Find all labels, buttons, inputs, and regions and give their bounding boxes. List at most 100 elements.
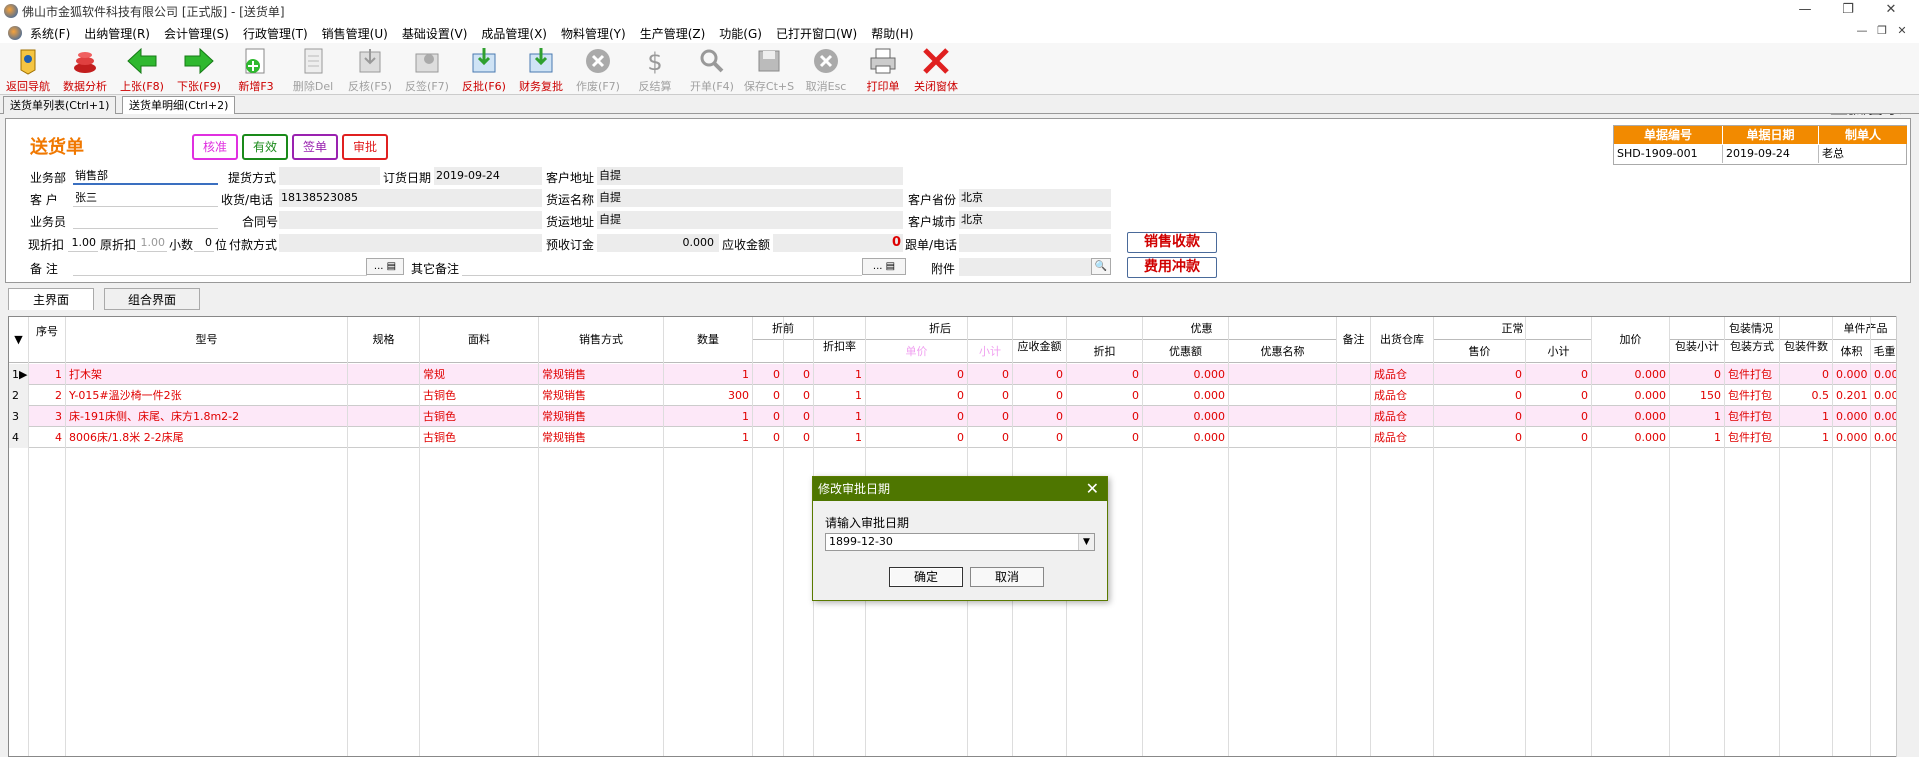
cell-amt[interactable]: 0.000 [1143, 406, 1229, 427]
cell-fabric[interactable]: 古铜色 [420, 406, 539, 427]
row-indicator[interactable]: 2 [9, 385, 29, 406]
save-button[interactable]: 保存Ct+S [741, 45, 797, 95]
cell-vol[interactable]: 0.000 [1833, 406, 1871, 427]
cell-psub[interactable]: 0 [1670, 364, 1725, 385]
cell-dname[interactable] [1229, 406, 1337, 427]
open-order-button[interactable]: 开单(F4) [684, 45, 740, 95]
tab-delivery-detail[interactable]: 送货单明细(Ctrl+2) [122, 96, 236, 114]
cell-price[interactable]: 0 [866, 406, 968, 427]
cell-ssub[interactable]: 0 [1526, 406, 1592, 427]
cell-no[interactable]: 4 [29, 427, 66, 448]
remarks-field[interactable] [73, 258, 367, 276]
dialog-cancel-button[interactable]: 取消 [970, 567, 1044, 587]
cell-amt[interactable]: 0.000 [1143, 385, 1229, 406]
col-sell-price-header[interactable]: 售价 [1434, 340, 1526, 363]
cell-b[interactable]: 0 [784, 427, 814, 448]
orig-discount-field[interactable]: 1.00 [137, 234, 167, 252]
col-sale-method-header[interactable]: 销售方式 [539, 317, 664, 363]
cell-spec[interactable] [348, 364, 420, 385]
cell-recv[interactable]: 0 [1013, 406, 1067, 427]
cell-remark[interactable] [1337, 364, 1371, 385]
cell-a[interactable]: 0 [753, 364, 784, 385]
cell-spec[interactable] [348, 427, 420, 448]
col-markup-header[interactable]: 加价 [1592, 317, 1670, 363]
cell-add[interactable]: 0.000 [1592, 406, 1670, 427]
cell-dname[interactable] [1229, 427, 1337, 448]
cell-vol[interactable]: 0.201 [1833, 385, 1871, 406]
new-button[interactable]: 新增F3 [228, 45, 284, 95]
cell-recv[interactable]: 0 [1013, 385, 1067, 406]
other-remarks-field[interactable] [462, 258, 862, 276]
cell-pcnt[interactable]: 0 [1780, 364, 1833, 385]
cell-price[interactable]: 0 [866, 385, 968, 406]
col-weight-header[interactable]: 毛重 [1871, 340, 1897, 363]
col-normal-subtotal-header[interactable]: 小计 [1526, 340, 1592, 363]
menu-basic-settings[interactable]: 基础设置(V) [402, 25, 468, 42]
mdi-restore-button[interactable]: ❐ [1872, 24, 1892, 40]
col-before-b-header[interactable] [784, 340, 814, 363]
expense-offset-button[interactable]: 费用冲款 [1127, 257, 1217, 278]
col-warehouse-header[interactable]: 出货仓库 [1371, 317, 1434, 363]
cell-model[interactable]: 打木架 [66, 364, 348, 385]
dialog-ok-button[interactable]: 确定 [889, 567, 963, 587]
row-indicator[interactable]: 4 [9, 427, 29, 448]
menu-products[interactable]: 成品管理(X) [481, 25, 547, 42]
menu-materials[interactable]: 物料管理(Y) [561, 25, 626, 42]
cell-wt[interactable]: 0.00 [1871, 385, 1897, 406]
cell-sub[interactable]: 0 [968, 364, 1013, 385]
cell-price[interactable]: 0 [866, 427, 968, 448]
cell-qty[interactable]: 1 [664, 427, 753, 448]
col-pack-subtotal-header[interactable]: 包装小计 [1670, 340, 1725, 363]
cell-psub[interactable]: 1 [1670, 406, 1725, 427]
col-subtotal-header[interactable]: 小计 [968, 340, 1013, 363]
vertical-scrollbar[interactable] [1896, 316, 1913, 757]
restore-button[interactable]: ❐ [1833, 0, 1863, 22]
menu-help[interactable]: 帮助(H) [871, 25, 913, 42]
cell-sub[interactable]: 0 [968, 406, 1013, 427]
menu-functions[interactable]: 功能(G) [719, 25, 762, 42]
cell-add[interactable]: 0.000 [1592, 385, 1670, 406]
mdi-minimize-button[interactable]: — [1852, 24, 1872, 40]
cell-wh[interactable]: 成品仓 [1371, 385, 1434, 406]
cancel-button[interactable]: 取消Esc [798, 45, 854, 95]
cell-add[interactable]: 0.000 [1592, 427, 1670, 448]
other-remarks-browse-button[interactable]: ... ▤ [862, 258, 906, 275]
cell-qty[interactable]: 300 [664, 385, 753, 406]
attachment-search-icon[interactable]: 🔍 [1091, 258, 1111, 275]
cell-disc[interactable]: 0 [1067, 385, 1143, 406]
back-to-nav-button[interactable]: 返回导航 [0, 45, 56, 95]
cell-pway[interactable]: 包件打包 [1725, 385, 1780, 406]
cell-fabric[interactable]: 常规 [420, 364, 539, 385]
cell-no[interactable]: 3 [29, 406, 66, 427]
cell-amt[interactable]: 0.000 [1143, 427, 1229, 448]
delete-button[interactable]: 删除Del [285, 45, 341, 95]
col-discount-rate-header[interactable]: 折扣率 [814, 340, 866, 363]
cell-vol[interactable]: 0.000 [1833, 427, 1871, 448]
col-offer-discount-header[interactable]: 折扣 [1067, 340, 1143, 363]
cell-spec[interactable] [348, 385, 420, 406]
cell-ssub[interactable]: 0 [1526, 427, 1592, 448]
minimize-button[interactable]: — [1790, 0, 1820, 22]
row-indicator[interactable]: 3 [9, 406, 29, 427]
cell-b[interactable]: 0 [784, 406, 814, 427]
unapprove-button[interactable]: 反批(F6) [456, 45, 512, 95]
cell-no[interactable]: 1 [29, 364, 66, 385]
cell-pway[interactable]: 包件打包 [1725, 406, 1780, 427]
sales-receipt-button[interactable]: 销售收款 [1127, 232, 1217, 253]
cell-add[interactable]: 0.000 [1592, 364, 1670, 385]
remarks-browse-button[interactable]: ... ▤ [366, 258, 404, 275]
col-before-a-header[interactable] [753, 340, 784, 363]
cell-sp[interactable]: 0 [1434, 406, 1526, 427]
cell-sale[interactable]: 常规销售 [539, 406, 664, 427]
verify-badge[interactable]: 核准 [192, 134, 238, 160]
contract-field[interactable] [279, 211, 542, 229]
salesman-field[interactable] [73, 211, 218, 229]
col-price-header[interactable]: 单价 [866, 340, 968, 363]
attachment-field[interactable] [959, 258, 1091, 276]
table-row[interactable]: 2 2 Y-015#溫沙椅一件2张 古铜色 常规销售 300 0 0 1 0 0 0 0 0.000 成品仓… [9, 385, 1897, 406]
cell-amt[interactable]: 0.000 [1143, 364, 1229, 385]
sign-badge[interactable]: 签单 [292, 134, 338, 160]
decimal-field[interactable]: 0 [194, 234, 214, 252]
cell-model[interactable]: Y-015#溫沙椅一件2张 [66, 385, 348, 406]
col-qty-header[interactable]: 数量 [664, 317, 753, 363]
